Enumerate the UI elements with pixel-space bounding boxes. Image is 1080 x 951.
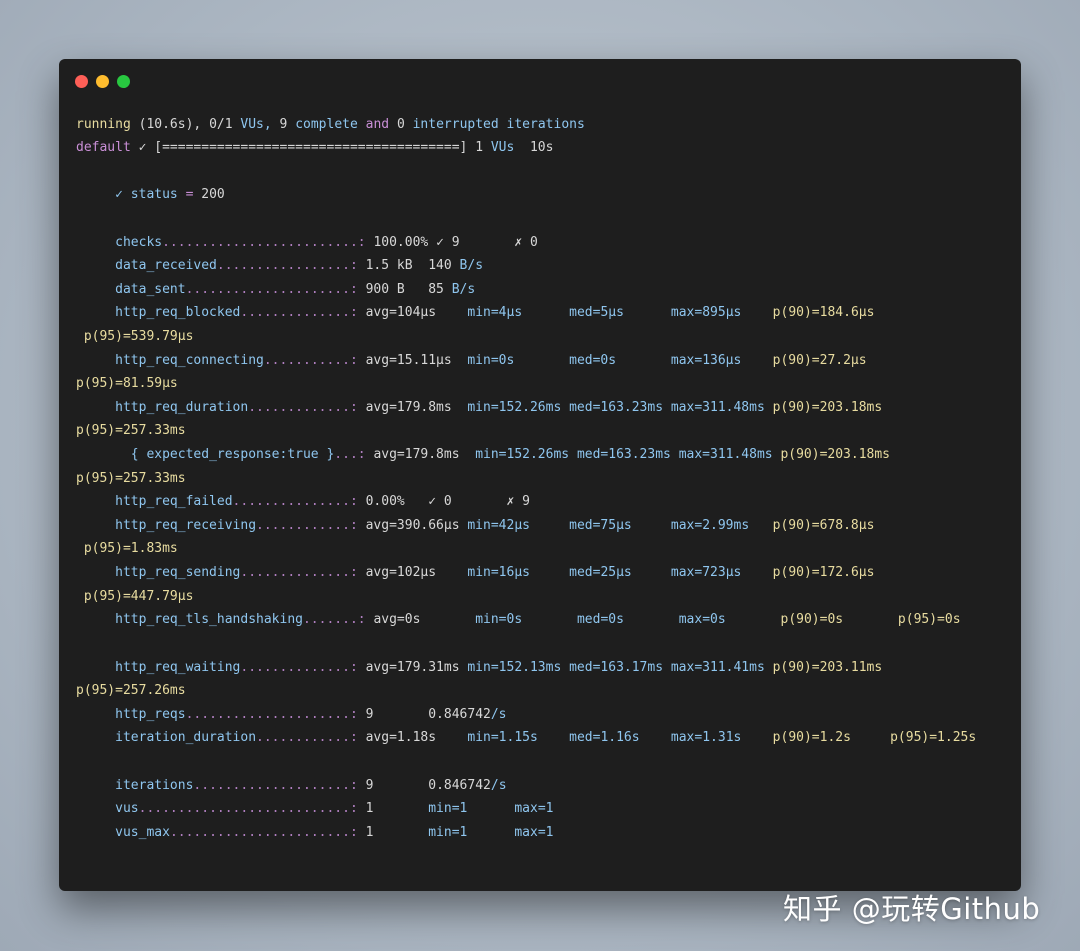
watermark-text: 知乎 @玩转Github — [783, 892, 1041, 926]
metric-iteration-duration: iteration_duration............: avg=1.18… — [115, 730, 977, 745]
metric-http-req-waiting-p95: p(95)=257.26ms — [76, 683, 186, 698]
terminal-window: running (10.6s), 0/1 VUs, 9 complete and… — [59, 59, 1021, 891]
metric-checks: checks.........................: 100.00%… — [115, 235, 538, 250]
close-window-button[interactable] — [75, 75, 88, 88]
maximize-window-button[interactable] — [117, 75, 130, 88]
metric-http-req-connecting-p95: p(95)=81.59µs — [76, 376, 178, 391]
metric-vus-max: vus_max.......................: 1 min=1 … — [115, 825, 554, 840]
progress-bar-line: default ✓ [=============================… — [76, 140, 554, 155]
run-status-line: running (10.6s), 0/1 VUs, 9 complete and… — [76, 117, 585, 132]
metric-http-req-duration-p95: p(95)=257.33ms — [76, 423, 186, 438]
metric-iterations: iterations....................: 9 0.8467… — [115, 778, 507, 793]
metric-http-req-receiving: http_req_receiving............: avg=390.… — [115, 518, 875, 533]
minimize-window-button[interactable] — [96, 75, 109, 88]
metric-data-sent: data_sent.....................: 900 B 85… — [115, 282, 476, 297]
metric-http-req-duration: http_req_duration.............: avg=179.… — [115, 400, 883, 415]
metric-data-received: data_received.................: 1.5 kB 1… — [115, 258, 484, 273]
metric-http-req-blocked-p95: p(95)=539.79µs — [83, 329, 194, 344]
metric-expected-response: { expected_response:true }...: avg=179.8… — [130, 447, 891, 462]
metric-vus: vus...........................: 1 min=1 … — [115, 801, 554, 816]
metric-expected-response-p95: p(95)=257.33ms — [76, 471, 186, 486]
metric-http-req-connecting: http_req_connecting...........: avg=15.1… — [115, 353, 867, 368]
metric-http-req-waiting: http_req_waiting..............: avg=179.… — [115, 660, 883, 675]
metric-http-reqs: http_reqs.....................: 9 0.8467… — [115, 707, 507, 722]
metric-http-req-tls-handshaking: http_req_tls_handshaking.......: avg=0s … — [115, 612, 961, 627]
metric-http-req-sending: http_req_sending..............: avg=102µ… — [115, 565, 875, 580]
metric-http-req-blocked: http_req_blocked..............: avg=104µ… — [115, 305, 875, 320]
check-status-line: ✓ status = 200 — [115, 187, 225, 202]
metric-http-req-sending-p95: p(95)=447.79µs — [83, 589, 194, 604]
progress-bar: [======================================] — [154, 140, 468, 155]
metric-http-req-failed: http_req_failed...............: 0.00% ✓ … — [115, 494, 530, 509]
metric-http-req-receiving-p95: p(95)=1.83ms — [83, 541, 178, 556]
